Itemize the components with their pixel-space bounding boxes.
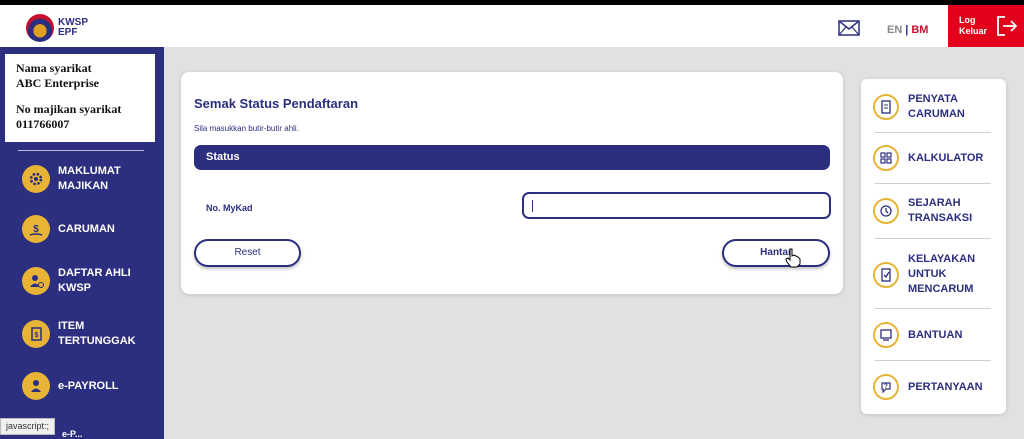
- document-dollar-icon: $: [22, 320, 50, 348]
- logo-emblem-icon: [26, 14, 54, 42]
- quick-link-label: SEJARAH TRANSAKSI: [908, 197, 973, 224]
- kwsp-logo[interactable]: KWSP EPF: [26, 14, 88, 42]
- logo-text: KWSP EPF: [58, 18, 88, 38]
- sidebar-item-item-tertunggak[interactable]: $ ITEM TERTUNGGAK: [22, 319, 148, 349]
- sidebar-item-label: MAKLUMAT MAJIKAN: [58, 165, 121, 192]
- question-icon: ?: [873, 374, 899, 400]
- section-header-status: Status: [194, 145, 830, 170]
- page-title: Semak Status Pendaftaran: [194, 96, 359, 111]
- quick-link-penyata-caruman[interactable]: PENYATA CARUMAN: [873, 92, 998, 122]
- lang-separator: |: [905, 24, 909, 36]
- logout-icon: [997, 16, 1018, 36]
- submit-button[interactable]: Hantar: [722, 239, 830, 267]
- language-switch: EN | BM: [887, 24, 928, 36]
- mail-icon[interactable]: [838, 20, 860, 36]
- sidebar-item-maklumat-majikan[interactable]: MAKLUMAT MAJIKAN: [22, 164, 148, 194]
- lang-bm-link[interactable]: BM: [911, 24, 928, 36]
- quick-link-label: KELAYAKAN UNTUK MENCARUM: [908, 253, 976, 295]
- statement-icon: [873, 94, 899, 120]
- dollar-hand-icon: $: [22, 215, 50, 243]
- reset-button[interactable]: Reset: [194, 239, 301, 267]
- calculator-icon: [873, 145, 899, 171]
- quick-link-label: KALKULATOR: [908, 151, 984, 164]
- sidebar-item-daftar-ahli[interactable]: DAFTAR AHLI KWSP: [22, 266, 148, 296]
- logo-line-2: EPF: [58, 27, 78, 38]
- logout-button[interactable]: Log Keluar: [948, 5, 1024, 47]
- sidebar-item-partial[interactable]: e-P...: [62, 429, 82, 439]
- quick-link-divider: [875, 238, 991, 239]
- section-header-label: Status: [206, 151, 240, 163]
- employer-number: 011766007: [16, 117, 70, 131]
- quick-link-divider: [875, 360, 991, 361]
- payroll-user-icon: [22, 372, 50, 400]
- sidebar-item-e-payroll[interactable]: e-PAYROLL: [22, 372, 148, 400]
- mykad-input[interactable]: [522, 192, 831, 219]
- company-info: Nama syarikat ABC Enterprise No majikan …: [5, 54, 155, 142]
- employer-number-label: No majikan syarikat: [16, 102, 122, 116]
- mykad-label: No. MyKad: [206, 203, 253, 213]
- logout-label: Log Keluar: [959, 15, 988, 36]
- quick-link-sejarah-transaksi[interactable]: SEJARAH TRANSAKSI: [873, 196, 998, 226]
- quick-link-label: BANTUAN: [908, 328, 963, 341]
- help-icon: [873, 322, 899, 348]
- history-icon: [873, 198, 899, 224]
- text-caret: [532, 200, 533, 212]
- quick-link-label: PENYATA CARUMAN: [908, 93, 965, 120]
- quick-link-label: PERTANYAAN: [908, 380, 983, 393]
- lang-en-link[interactable]: EN: [887, 24, 902, 36]
- browser-status-url: javascript:;: [0, 418, 56, 435]
- company-name: ABC Enterprise: [16, 76, 99, 90]
- company-name-label: Nama syarikat: [16, 61, 92, 75]
- quick-link-kelayakan[interactable]: KELAYAKAN UNTUK MENCARUM: [873, 252, 998, 297]
- svg-text:?: ?: [884, 384, 888, 390]
- quick-link-divider: [875, 132, 991, 133]
- quick-link-divider: [875, 183, 991, 184]
- quick-link-kalkulator[interactable]: KALKULATOR: [873, 145, 998, 171]
- user-add-icon: [22, 267, 50, 295]
- quick-link-divider: [875, 308, 991, 309]
- gear-icon: [22, 165, 50, 193]
- status-check-card: Semak Status Pendaftaran Sila masukkan b…: [181, 72, 843, 294]
- quick-link-bantuan[interactable]: BANTUAN: [873, 322, 998, 348]
- sidebar-item-label: e-PAYROLL: [58, 379, 119, 392]
- form-instructions: Sila masukkan butir-butir ahli.: [194, 124, 299, 133]
- quick-links-panel: [861, 79, 1006, 414]
- header: KWSP EPF EN | BM: [0, 5, 1024, 47]
- hand-cursor-icon: [785, 248, 801, 268]
- quick-link-pertanyaan[interactable]: ? PERTANYAAN: [873, 374, 998, 400]
- svg-text:$: $: [35, 332, 39, 339]
- eligibility-icon: [873, 261, 899, 288]
- sidebar-divider: [18, 150, 144, 151]
- sidebar-item-label: ITEM TERTUNGGAK: [58, 320, 136, 347]
- sidebar-item-caruman[interactable]: $ CARUMAN: [22, 215, 148, 243]
- sidebar-item-label: CARUMAN: [58, 222, 115, 235]
- sidebar-item-label: DAFTAR AHLI KWSP: [58, 267, 131, 294]
